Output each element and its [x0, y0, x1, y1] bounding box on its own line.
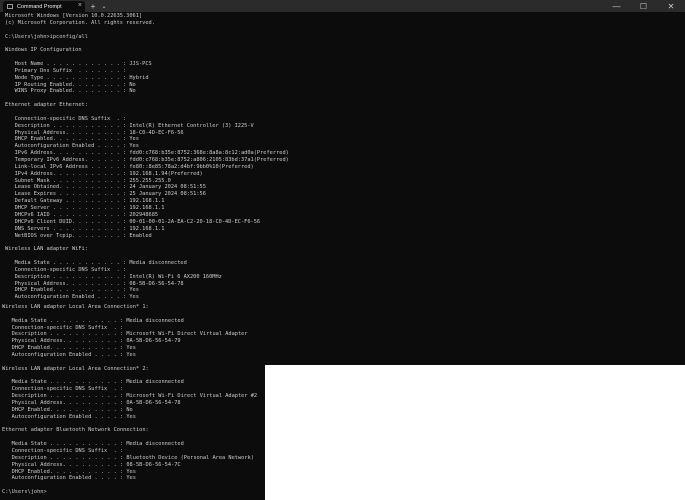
tab-dropdown-icon[interactable]: ⌄	[99, 0, 109, 12]
tab-command-prompt[interactable]: Command Prompt ×	[3, 1, 85, 12]
console-output-lower: Wireless LAN adapter Local Area Connecti…	[2, 304, 258, 496]
window-titlebar: Command Prompt × + ⌄ — ☐ ✕	[0, 0, 685, 12]
tab-close-icon[interactable]: ×	[78, 2, 82, 9]
new-tab-button[interactable]: +	[88, 0, 98, 12]
maximize-button[interactable]: ☐	[630, 0, 657, 12]
tab-title: Command Prompt	[17, 3, 62, 10]
console-output-upper: Microsoft Windows [Version 10.0.22635.30…	[5, 13, 289, 301]
minimize-button[interactable]: —	[603, 0, 630, 12]
terminal-icon	[7, 4, 13, 9]
close-button[interactable]: ✕	[657, 0, 685, 12]
